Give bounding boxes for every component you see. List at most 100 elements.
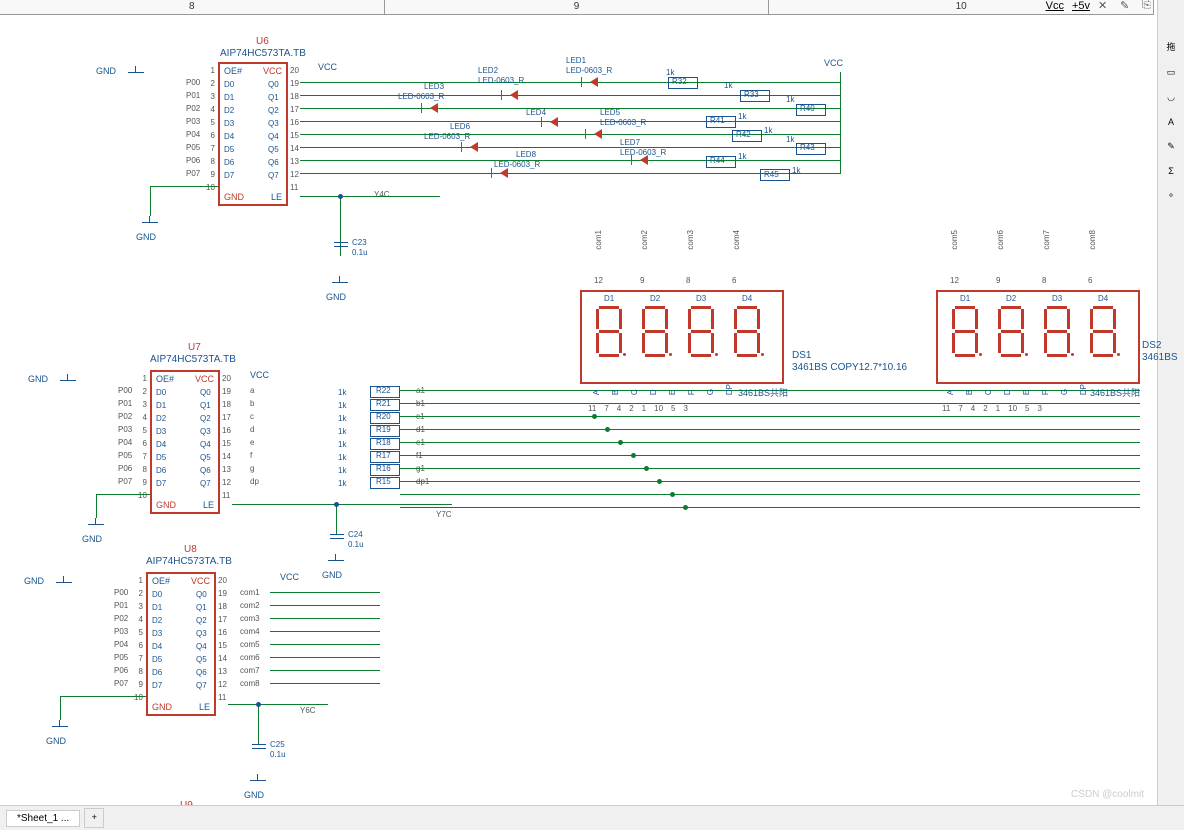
junction-icon [256, 702, 261, 707]
sheet-tabs: *Sheet_1 ... + [0, 805, 1184, 830]
gnd-symbol-icon [248, 774, 268, 786]
c23-icon [334, 242, 348, 243]
tab-sheet1[interactable]: *Sheet_1 ... [6, 810, 80, 827]
led7-ref: LED7 [620, 138, 640, 147]
tool-text-icon[interactable]: A [1168, 117, 1174, 127]
u7-oe-gnd: GND [28, 374, 48, 384]
y7c: Y7C [436, 510, 452, 519]
u6-p01: P01 [186, 91, 200, 100]
schematic-canvas[interactable]: 8 9 10 Vcc +5v ✕ ✎ ⎘ 拖 ▭ ◡ A ✎ Σ ⚬ U6 AI… [0, 0, 1184, 830]
digit-icon [640, 306, 670, 358]
u6-type: AIP74HC573TA.TB [220, 48, 306, 59]
u6-ref: U6 [256, 36, 269, 47]
wire [300, 196, 440, 197]
wire [840, 72, 841, 174]
u6-p04: P04 [186, 130, 200, 139]
c23-ref: C23 [352, 238, 367, 247]
wire [300, 160, 840, 161]
led2-ref: LED2 [478, 66, 498, 75]
led5-ref: LED5 [600, 108, 620, 117]
led8-ref: LED8 [516, 150, 536, 159]
cross-icon[interactable]: ✕ [1098, 0, 1112, 13]
horizontal-ruler: 8 9 10 [0, 0, 1154, 15]
ruler-8: 8 [0, 0, 385, 14]
led-vcc: VCC [824, 58, 843, 68]
gnd-symbol-icon [54, 576, 74, 588]
wire [300, 82, 840, 83]
led3-ref: LED3 [424, 82, 444, 91]
digit-icon [732, 306, 762, 358]
gnd-symbol-icon [58, 374, 78, 386]
led5-icon [594, 129, 602, 139]
led4-icon [550, 117, 558, 127]
add-sheet-button[interactable]: + [84, 808, 104, 828]
u6-oe-gnd: GND [96, 66, 116, 76]
junction-icon [334, 502, 339, 507]
led4-ref: LED4 [526, 108, 546, 117]
gnd-symbol-icon [126, 66, 146, 78]
tool-arc-icon[interactable]: ◡ [1167, 92, 1175, 103]
u7-type: AIP74HC573TA.TB [150, 354, 236, 365]
u6-p07: P07 [186, 169, 200, 178]
u7-vcc: VCC [250, 370, 269, 380]
ds1-ref: DS1 [792, 350, 811, 361]
junction-icon [592, 414, 597, 419]
watermark: CSDN @coolmit [1071, 789, 1144, 800]
led8-icon [500, 168, 508, 178]
tool-sum-icon[interactable]: Σ [1168, 166, 1174, 176]
digit-icon [996, 306, 1026, 358]
gnd-symbol-icon [86, 518, 106, 530]
gnd-symbol-icon [326, 554, 346, 566]
wire [150, 186, 151, 216]
gnd-symbol-icon [330, 276, 350, 288]
digit-icon [594, 306, 624, 358]
u8-ref: U8 [184, 544, 197, 555]
u6-p02: P02 [186, 104, 200, 113]
digit-icon [1088, 306, 1118, 358]
c24-icon [330, 534, 344, 535]
u6-p06: P06 [186, 156, 200, 165]
wire [340, 196, 341, 256]
tool-more-icon[interactable]: ⚬ [1167, 190, 1175, 201]
c23-gnd: GND [326, 292, 346, 302]
digit-icon [1042, 306, 1072, 358]
vcc-symbol-icon[interactable]: Vcc [1046, 0, 1064, 12]
5v-symbol-icon[interactable]: +5v [1072, 0, 1090, 12]
tool-rect-icon[interactable]: ▭ [1167, 67, 1176, 78]
u6-p00: P00 [186, 78, 200, 87]
y6c: Y6C [300, 706, 316, 715]
u6-p03: P03 [186, 117, 200, 126]
junction-icon [338, 194, 343, 199]
c23-val: 0.1u [352, 248, 368, 257]
note-icon[interactable]: ⎘ [1142, 0, 1156, 13]
tool-pan-icon[interactable]: 拖 [1166, 40, 1175, 53]
y4c: Y4C [374, 190, 390, 199]
led1-ref: LED1 [566, 56, 586, 65]
u7-ref: U7 [188, 342, 201, 353]
wire [300, 121, 840, 122]
led3-icon [430, 103, 438, 113]
c25-icon [252, 744, 266, 745]
led5-type: LED-0603_R [600, 118, 646, 127]
u6-vcc: VCC [318, 62, 337, 72]
led1-type: LED-0603_R [566, 66, 612, 75]
digit-icon [686, 306, 716, 358]
probe-icon[interactable]: ✎ [1120, 0, 1134, 13]
led2-type: LED-0603_R [478, 76, 524, 85]
u6-p05: P05 [186, 143, 200, 152]
led3-type: LED-0603_R [398, 92, 444, 101]
digit-icon [950, 306, 980, 358]
wire [300, 147, 840, 148]
wire [300, 108, 840, 109]
led6-type: LED-0603_R [424, 132, 470, 141]
tool-pen-icon[interactable]: ✎ [1167, 141, 1175, 152]
gnd-symbol-icon [140, 216, 160, 228]
ruler-9: 9 [385, 0, 770, 14]
led2-icon [510, 90, 518, 100]
wire [300, 173, 840, 174]
led1-icon [590, 77, 598, 87]
wire [150, 186, 218, 187]
top-toolbar: Vcc +5v ✕ ✎ ⎘ [1046, 0, 1156, 14]
right-toolbar: 拖 ▭ ◡ A ✎ Σ ⚬ [1157, 0, 1184, 830]
led6-icon [470, 142, 478, 152]
